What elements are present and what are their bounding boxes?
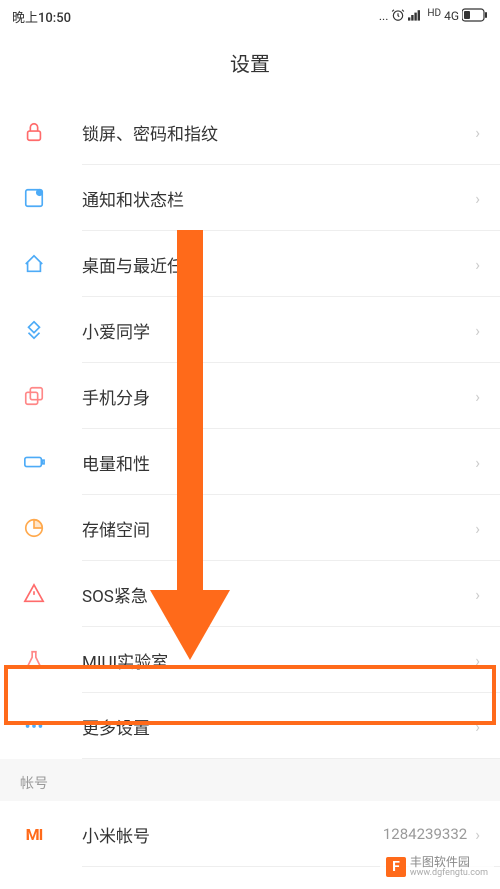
account-section-header: 帐号 xyxy=(0,759,500,801)
more-dots-icon xyxy=(20,712,48,740)
storage-icon xyxy=(20,514,48,542)
settings-item-storage[interactable]: 存储空间 › xyxy=(0,495,500,561)
chevron-right-icon: › xyxy=(475,453,480,472)
notification-icon xyxy=(20,184,48,212)
battery-icon xyxy=(462,8,488,25)
settings-item-label: 手机分身 xyxy=(82,384,475,409)
settings-item-miui-lab[interactable]: MIUI实验室 › xyxy=(0,627,500,693)
home-icon xyxy=(20,250,48,278)
chevron-right-icon: › xyxy=(475,717,480,736)
settings-item-label: MIUI实验室 xyxy=(82,648,475,673)
watermark-url: www.dgfengtu.com xyxy=(410,869,488,879)
chevron-right-icon: › xyxy=(475,255,480,274)
settings-item-label: 存储空间 xyxy=(82,516,475,541)
page-title: 设置 xyxy=(0,32,500,99)
chevron-right-icon: › xyxy=(475,519,480,538)
clone-icon xyxy=(20,382,48,410)
chevron-right-icon: › xyxy=(475,585,480,604)
settings-item-label: SOS紧急 xyxy=(82,582,475,607)
settings-item-lock[interactable]: 锁屏、密码和指纹 › xyxy=(0,99,500,165)
settings-list: 锁屏、密码和指纹 › 通知和状态栏 › 桌面与最近任务 › 小爱同学 › 手机分… xyxy=(0,99,500,759)
flask-icon xyxy=(20,646,48,674)
settings-item-sos[interactable]: SOS紧急 › xyxy=(0,561,500,627)
chevron-right-icon: › xyxy=(475,189,480,208)
settings-item-label: 通知和状态栏 xyxy=(82,186,475,211)
chevron-right-icon: › xyxy=(475,321,480,340)
battery-perf-icon xyxy=(20,448,48,476)
settings-item-xiaoai[interactable]: 小爱同学 › xyxy=(0,297,500,363)
account-id-value: 1284239332 xyxy=(383,825,467,843)
status-bar: 晚上10:50 ... HD 4G xyxy=(0,0,500,32)
watermark-logo-icon: F xyxy=(386,857,406,877)
chevron-right-icon: › xyxy=(475,825,480,844)
settings-item-more[interactable]: 更多设置 › xyxy=(0,693,500,759)
chevron-right-icon: › xyxy=(475,651,480,670)
settings-item-label: 小米帐号 xyxy=(82,822,383,847)
xiaoai-icon xyxy=(20,316,48,344)
settings-item-battery[interactable]: 电量和性 › xyxy=(0,429,500,495)
settings-item-label: 更多设置 xyxy=(82,714,475,739)
lock-icon xyxy=(20,118,48,146)
settings-item-clone[interactable]: 手机分身 › xyxy=(0,363,500,429)
settings-item-notification[interactable]: 通知和状态栏 › xyxy=(0,165,500,231)
status-indicators: ... HD 4G xyxy=(379,8,488,25)
settings-item-label: 桌面与最近任务 xyxy=(82,252,475,277)
settings-item-desktop[interactable]: 桌面与最近任务 › xyxy=(0,231,500,297)
alarm-icon xyxy=(391,8,405,25)
signal-icon xyxy=(408,8,424,25)
network-label: 4G xyxy=(444,9,459,23)
chevron-right-icon: › xyxy=(475,123,480,142)
chevron-right-icon: › xyxy=(475,387,480,406)
mi-logo-icon: MI xyxy=(20,820,48,848)
status-time: 晚上10:50 xyxy=(12,7,71,26)
settings-item-label: 小爱同学 xyxy=(82,318,475,343)
settings-item-label: 锁屏、密码和指纹 xyxy=(82,120,475,145)
more-icon: ... xyxy=(379,9,389,23)
hd-badge: HD xyxy=(427,8,441,19)
settings-item-label: 电量和性 xyxy=(82,450,475,475)
sos-icon xyxy=(20,580,48,608)
watermark: F 丰图软件园 www.dgfengtu.com xyxy=(380,852,494,883)
